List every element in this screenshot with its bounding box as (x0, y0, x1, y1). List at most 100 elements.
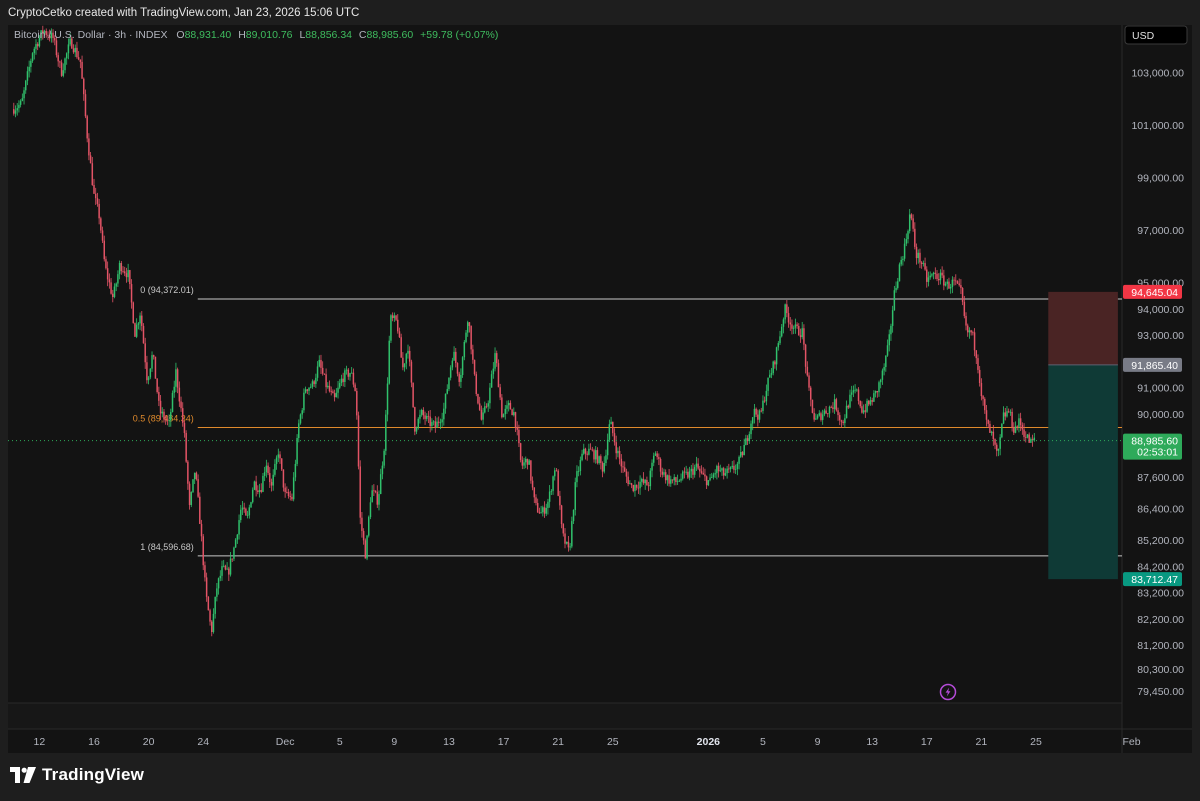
candle-body (818, 413, 821, 416)
candle-body (477, 393, 479, 404)
candle-body (443, 408, 445, 420)
candle-body (542, 507, 544, 513)
candle-body (96, 198, 99, 204)
candle-body (576, 471, 578, 483)
candle-body (652, 455, 655, 463)
candle-body (787, 313, 790, 323)
candle-body (835, 399, 838, 411)
candle-body (125, 273, 128, 278)
candle-body (997, 448, 1000, 451)
candle-body (113, 286, 116, 298)
candle-body (743, 444, 745, 456)
candle-body (856, 389, 858, 391)
short-position-tool[interactable] (1048, 291, 1118, 580)
candle-body (240, 509, 242, 521)
legend-high: 89,010.76 (246, 29, 293, 41)
candle-body (567, 541, 570, 548)
candle-body (123, 271, 126, 274)
candle-body (591, 449, 594, 451)
candle-body (786, 304, 788, 314)
candle-body (683, 471, 686, 473)
candle-body (635, 484, 638, 488)
candle-body (948, 281, 950, 289)
candle-body (511, 409, 513, 416)
price-tick-label: 81,200.00 (1137, 640, 1184, 652)
candle-body (888, 334, 890, 346)
candle-body (1033, 437, 1036, 441)
legend-close: 88,985.60 (367, 29, 414, 41)
candle-body (709, 477, 711, 481)
candle-body (26, 71, 29, 81)
candle-body (395, 315, 397, 320)
candle-body (526, 458, 529, 465)
candle-body (550, 490, 553, 492)
candle-body (521, 459, 524, 466)
candle-body (705, 476, 708, 486)
candle-body (992, 431, 995, 440)
candle-body (555, 470, 558, 472)
time-tick-label: 12 (34, 736, 46, 748)
candle-body (736, 463, 739, 470)
price-tick-label: 80,300.00 (1137, 664, 1184, 676)
candle-body (581, 453, 583, 461)
candle-body (364, 540, 367, 559)
candle-body (545, 507, 547, 514)
candle-body (811, 399, 814, 413)
target-price-label: 83,712.47 (1123, 572, 1182, 587)
time-tick-label: 17 (498, 736, 510, 748)
candle-body (572, 509, 575, 522)
candle-body (770, 373, 773, 375)
candle-body (1013, 427, 1015, 433)
candle-body (803, 328, 805, 345)
candle-body (885, 355, 887, 367)
time-tick-label: 25 (607, 736, 619, 748)
price-tick-label: 79,450.00 (1137, 686, 1184, 698)
time-tick-label: 13 (866, 736, 878, 748)
candle-body (127, 270, 129, 278)
candle-body (914, 228, 916, 247)
candle-body (929, 275, 931, 278)
legend-open: 88,931.40 (185, 29, 232, 41)
candle-body (658, 457, 660, 459)
candle-body (251, 489, 254, 503)
candle-body (900, 259, 902, 265)
candle-body (852, 390, 855, 393)
candle-body (55, 40, 58, 56)
time-axis-area (8, 729, 1192, 753)
candle-body (601, 462, 604, 472)
candle-body (83, 78, 85, 95)
currency-button[interactable]: USD (1124, 25, 1188, 45)
time-tick-label: 24 (197, 736, 209, 748)
candle-body (386, 383, 389, 415)
candle-body (142, 325, 145, 344)
candle-body (333, 393, 336, 398)
candle-body (1004, 412, 1007, 417)
candle-body (79, 59, 82, 62)
candle-body (362, 530, 365, 541)
time-tick-label: 21 (552, 736, 564, 748)
lightning-icon[interactable] (939, 683, 957, 701)
candle-body (789, 322, 792, 325)
candle-body (751, 417, 754, 424)
candle-body (490, 374, 493, 388)
candle-body (441, 419, 443, 423)
candle-body (13, 109, 15, 114)
candle-body (695, 463, 698, 467)
time-tick-label: 5 (760, 736, 766, 748)
candle-body (922, 263, 925, 264)
candle-body (156, 378, 158, 393)
candle-body (593, 450, 595, 460)
candle-body (891, 310, 894, 326)
candle-body (229, 558, 232, 575)
stop-loss-zone[interactable] (1048, 291, 1118, 365)
candle-body (878, 382, 880, 393)
candle-body (439, 422, 442, 424)
take-profit-zone[interactable] (1048, 364, 1118, 580)
price-chart[interactable]: 103,000.00 101,000.00 99,000.00 97,000.00 9 5… (0, 0, 1200, 801)
candle-body (289, 496, 292, 497)
candle-body (267, 465, 269, 474)
candle-body (876, 390, 879, 393)
candle-body (245, 508, 247, 516)
candle-body (164, 419, 167, 420)
candle-body (212, 613, 215, 633)
